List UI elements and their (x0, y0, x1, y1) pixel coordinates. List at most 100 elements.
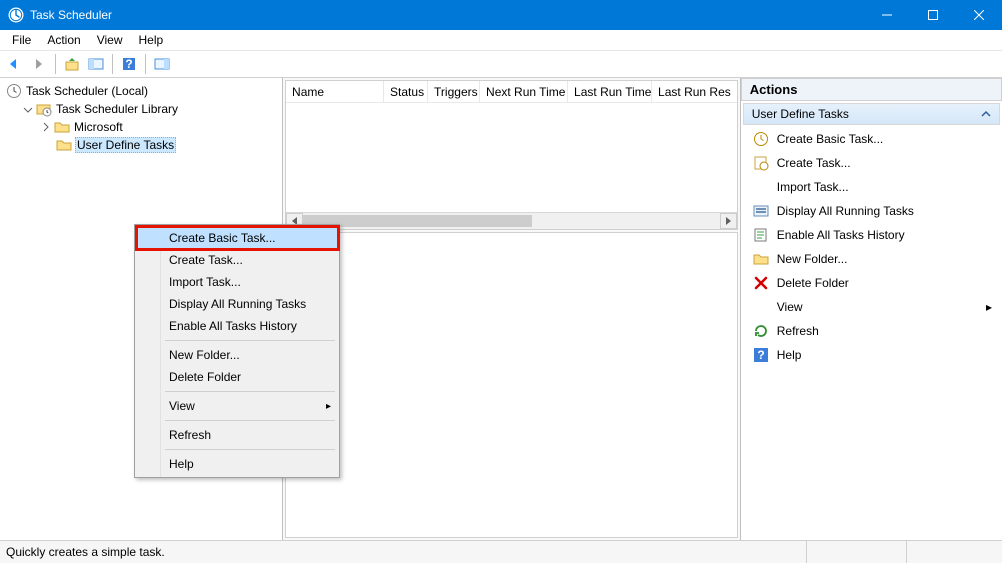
task-icon (753, 155, 769, 171)
blank-icon (753, 179, 769, 195)
tree-user-define-tasks[interactable]: User Define Tasks (6, 136, 282, 154)
back-button[interactable] (4, 53, 26, 75)
action-delete-folder[interactable]: Delete Folder (743, 271, 1000, 295)
context-create-basic-task[interactable]: Create Basic Task... (137, 227, 337, 249)
action-create-basic-task[interactable]: Create Basic Task... (743, 127, 1000, 151)
tree-microsoft-label: Microsoft (74, 120, 123, 134)
context-separator (165, 449, 335, 450)
action-refresh[interactable]: Refresh (743, 319, 1000, 343)
tree-pane: Task Scheduler (Local) Task Scheduler Li… (0, 78, 283, 540)
actions-section[interactable]: User Define Tasks (743, 103, 1000, 125)
action-enable-history[interactable]: Enable All Tasks History (743, 223, 1000, 247)
app-icon (8, 7, 24, 23)
scroll-right-button[interactable] (720, 213, 737, 229)
help-button[interactable]: ? (118, 53, 140, 75)
maximize-button[interactable] (910, 0, 956, 30)
actions-pane: Actions User Define Tasks Create Basic T… (741, 78, 1002, 540)
status-cell (906, 541, 996, 563)
toolbar-separator (112, 54, 113, 74)
refresh-icon (753, 323, 769, 339)
folder-icon (54, 119, 70, 135)
context-enable-history-label: Enable All Tasks History (169, 319, 297, 333)
running-tasks-icon (753, 203, 769, 219)
folder-icon (56, 137, 72, 153)
context-delete-folder[interactable]: Delete Folder (137, 366, 337, 388)
menu-file[interactable]: File (4, 32, 39, 48)
minimize-button[interactable] (864, 0, 910, 30)
toolbar-separator (55, 54, 56, 74)
action-view[interactable]: View ▸ (743, 295, 1000, 319)
delete-icon (753, 275, 769, 291)
tree-microsoft[interactable]: Microsoft (6, 118, 282, 136)
col-status[interactable]: Status (384, 81, 428, 103)
wizard-icon (753, 131, 769, 147)
action-new-folder-label: New Folder... (777, 252, 848, 266)
toolbar-separator (145, 54, 146, 74)
action-create-task-label: Create Task... (777, 156, 851, 170)
collapse-icon[interactable] (22, 103, 34, 115)
action-refresh-label: Refresh (777, 324, 819, 338)
context-help-label: Help (169, 457, 194, 471)
action-new-folder[interactable]: New Folder... (743, 247, 1000, 271)
action-delete-folder-label: Delete Folder (777, 276, 849, 290)
action-view-label: View (777, 300, 803, 314)
menu-help[interactable]: Help (131, 32, 172, 48)
context-view-label: View (169, 399, 195, 413)
library-icon (36, 101, 52, 117)
svg-text:?: ? (125, 57, 132, 71)
horizontal-scrollbar[interactable] (286, 212, 737, 229)
col-last-result[interactable]: Last Run Res (652, 81, 737, 103)
tree-root-label: Task Scheduler (Local) (26, 84, 148, 98)
show-hide-console-tree-button[interactable] (85, 53, 107, 75)
show-hide-action-pane-button[interactable] (151, 53, 173, 75)
col-triggers[interactable]: Triggers (428, 81, 480, 103)
close-button[interactable] (956, 0, 1002, 30)
chevron-right-icon: ▸ (326, 401, 331, 412)
context-refresh[interactable]: Refresh (137, 424, 337, 446)
action-display-running[interactable]: Display All Running Tasks (743, 199, 1000, 223)
context-import-task[interactable]: Import Task... (137, 271, 337, 293)
action-import-task[interactable]: Import Task... (743, 175, 1000, 199)
col-next-run[interactable]: Next Run Time (480, 81, 568, 103)
tree-library[interactable]: Task Scheduler Library (6, 100, 282, 118)
col-name[interactable]: Name (286, 81, 384, 103)
title-bar: Task Scheduler (0, 0, 1002, 30)
context-delete-folder-label: Delete Folder (169, 370, 241, 384)
history-icon (753, 227, 769, 243)
window-title: Task Scheduler (30, 8, 112, 22)
up-button[interactable] (61, 53, 83, 75)
tree-userdef-label: User Define Tasks (75, 137, 176, 153)
context-new-folder-label: New Folder... (169, 348, 240, 362)
context-help[interactable]: Help (137, 453, 337, 475)
context-create-basic-task-label: Create Basic Task... (169, 231, 276, 245)
context-view[interactable]: View ▸ (137, 395, 337, 417)
toolbar: ? (0, 50, 1002, 78)
context-separator (165, 340, 335, 341)
context-separator (165, 391, 335, 392)
action-help[interactable]: ? Help (743, 343, 1000, 367)
col-last-run[interactable]: Last Run Time (568, 81, 652, 103)
context-create-task[interactable]: Create Task... (137, 249, 337, 271)
action-display-running-label: Display All Running Tasks (777, 204, 914, 218)
action-create-task[interactable]: Create Task... (743, 151, 1000, 175)
status-cell (806, 541, 906, 563)
expand-icon[interactable] (40, 121, 52, 133)
task-list-header: Name Status Triggers Next Run Time Last … (286, 81, 737, 103)
tree-root[interactable]: Task Scheduler (Local) (6, 82, 282, 100)
folder-icon (753, 251, 769, 267)
menu-view[interactable]: View (89, 32, 131, 48)
actions-section-label: User Define Tasks (752, 107, 849, 121)
tree-library-label: Task Scheduler Library (56, 102, 178, 116)
scroll-track[interactable] (303, 213, 720, 229)
forward-button[interactable] (28, 53, 50, 75)
context-display-running[interactable]: Display All Running Tasks (137, 293, 337, 315)
svg-text:?: ? (757, 348, 764, 362)
context-create-task-label: Create Task... (169, 253, 243, 267)
action-import-task-label: Import Task... (777, 180, 849, 194)
menu-action[interactable]: Action (39, 32, 88, 48)
context-refresh-label: Refresh (169, 428, 211, 442)
action-help-label: Help (777, 348, 802, 362)
menu-bar: File Action View Help (0, 30, 1002, 50)
context-new-folder[interactable]: New Folder... (137, 344, 337, 366)
context-enable-history[interactable]: Enable All Tasks History (137, 315, 337, 337)
